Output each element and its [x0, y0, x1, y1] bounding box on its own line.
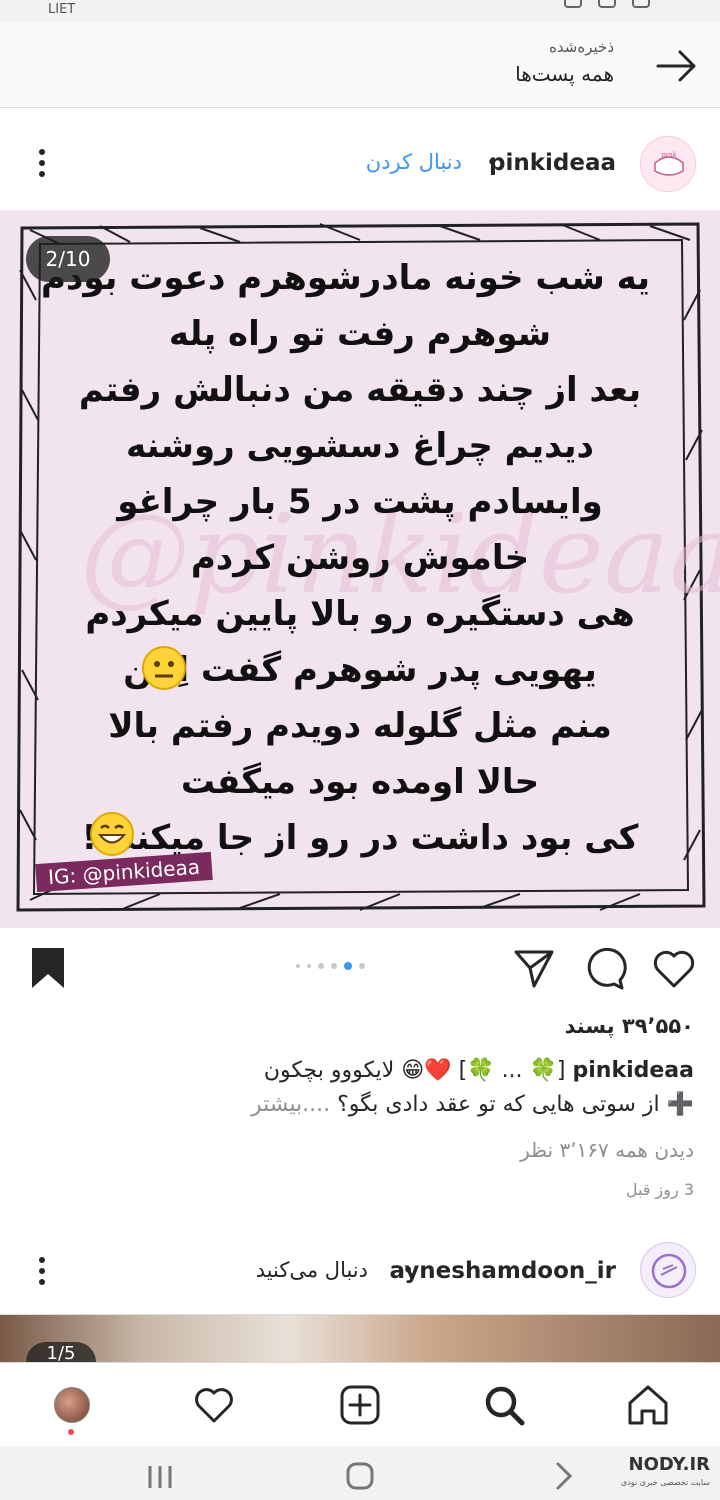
post-username[interactable]: ayneshamdoon_ir [390, 1258, 617, 1284]
system-nav: NODY.IR سایت تخصصی خبری نودی [0, 1446, 720, 1500]
heart-icon[interactable] [190, 1381, 238, 1429]
carousel-dot [307, 964, 311, 968]
arrow-right-icon[interactable] [652, 42, 700, 90]
status-icon [564, 0, 582, 8]
carousel-dot [359, 963, 365, 969]
post-actions [0, 930, 720, 1010]
post-header: pink pinkideaa • دنبال کردن [0, 120, 720, 208]
svg-text:pink: pink [661, 151, 676, 159]
carousel-dot [331, 963, 337, 969]
grinning-face-emoji-icon [90, 812, 134, 856]
back-button-icon[interactable] [548, 1460, 580, 1492]
page-title: همه پست‌ها [515, 62, 614, 86]
site-watermark-subtitle: سایت تخصصی خبری نودی [620, 1478, 710, 1487]
avatar[interactable] [640, 1242, 696, 1298]
status-icon [598, 0, 616, 8]
neutral-face-emoji-icon [142, 646, 186, 690]
header-subtitle: ذخیره‌شده [549, 38, 614, 56]
post-caption: pinkideaa [🍀 ... 🍀] ❤️😁 لایکووو بچکون ➕ … [14, 1054, 694, 1122]
share-icon[interactable] [510, 944, 558, 992]
caption-text: [🍀 ... 🍀] ❤️😁 لایکووو بچکون [263, 1058, 566, 1083]
more-options-icon[interactable] [36, 1256, 48, 1286]
status-bar: LIET [0, 0, 720, 22]
post-header: ayneshamdoon_ir • دنبال می‌کنید [0, 1232, 720, 1312]
post-text-line: خاموش روشن کردم [190, 538, 530, 578]
bookmark-icon[interactable] [24, 944, 72, 992]
post-text-line: شوهرم رفت تو راه پله [168, 314, 552, 354]
post-username[interactable]: pinkideaa [489, 150, 616, 176]
carousel-dot [296, 964, 300, 968]
carousel-dots [296, 962, 365, 970]
home-icon[interactable] [624, 1381, 672, 1429]
post-timestamp: 3 روز قبل [625, 1180, 694, 1199]
avatar-logo-icon [642, 1244, 695, 1297]
caption-username[interactable]: pinkideaa [573, 1058, 694, 1083]
separator-dot: • [486, 150, 498, 174]
post-text-line: حالا اومده بود میگفت [180, 762, 540, 802]
carousel-dot [318, 963, 324, 969]
carousel-dot-active [344, 962, 352, 970]
comment-icon[interactable] [580, 944, 628, 992]
post-text-line: دیدیم چراغ دسشویی روشنه [126, 426, 594, 466]
post-text-line: یه شب خونه مادرشوهرم دعوت بودم [40, 258, 650, 298]
new-post-icon[interactable] [336, 1381, 384, 1429]
post-text-block: یه شب خونه مادرشوهرم دعوت بودم شوهرم رفت… [40, 250, 650, 866]
avatar-logo-icon: pink [642, 138, 695, 191]
caption-more-link[interactable]: ....بیشتر [251, 1092, 330, 1117]
follow-button[interactable]: دنبال کردن [366, 150, 462, 174]
post-image[interactable] [0, 1314, 720, 1362]
post-text-line: بعد از چند دقیقه من دنبالش رفتم [78, 370, 642, 410]
heart-icon[interactable] [650, 944, 698, 992]
avatar[interactable]: pink [640, 136, 696, 192]
post-image[interactable]: @pinkideaa یه شب خونه مادرشوهرم دعوت بود… [0, 210, 720, 928]
more-options-icon[interactable] [36, 148, 48, 178]
bottom-nav [0, 1362, 720, 1446]
site-watermark: NODY.IR [628, 1454, 710, 1475]
view-comments-link[interactable]: دیدن همه ۳٬۱۶۷ نظر [520, 1138, 694, 1162]
notification-dot [68, 1429, 74, 1435]
carousel-counter: 1/5 [26, 1342, 96, 1362]
search-icon[interactable] [480, 1381, 528, 1429]
signal-label: LIET [48, 2, 76, 17]
recent-apps-icon[interactable] [144, 1460, 176, 1492]
separator-dot: • [402, 1258, 414, 1282]
post-text-line: منم مثل گلوله دویدم رفتم بالا [108, 706, 612, 746]
post-text-line: وایسادم پشت در 5 بار چراغو [117, 482, 603, 522]
following-label[interactable]: دنبال می‌کنید [256, 1258, 368, 1282]
status-icons [564, 0, 650, 8]
status-icon [632, 0, 650, 8]
saved-header: ذخیره‌شده همه پست‌ها [0, 22, 720, 108]
caption-line: ➕ از سوتی هایی که تو عقد دادی بگو؟ [337, 1092, 694, 1117]
home-button-icon[interactable] [344, 1460, 376, 1492]
profile-avatar[interactable] [54, 1387, 90, 1423]
carousel-counter: 2/10 [26, 236, 110, 282]
post-text-line: هی دستگیره رو بالا پایین میکردم [85, 594, 635, 634]
likes-count[interactable]: ۳۹٬۵۵۰ پسند [565, 1014, 694, 1038]
